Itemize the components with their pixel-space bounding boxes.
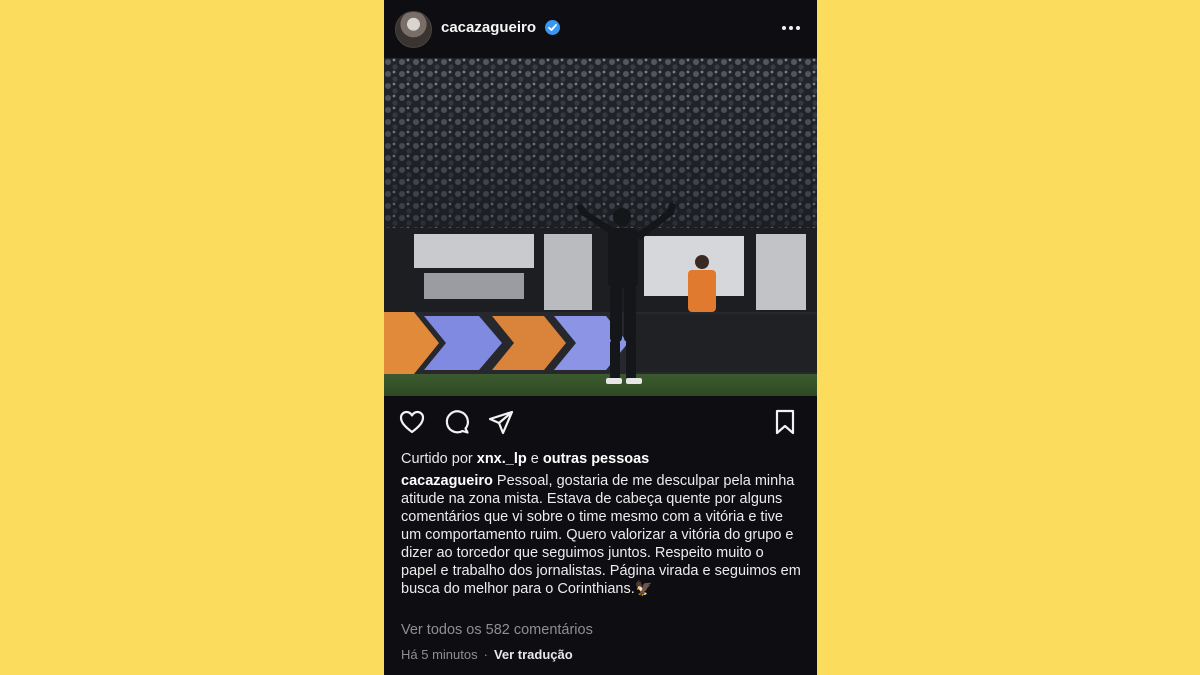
likes-line: Curtido por xnx._lp e outras pessoas [401,451,649,467]
post-meta: Há 5 minutos · Ver tradução [401,647,573,662]
instagram-post: cacazagueiro Curtido por xnx._lp e outra… [384,0,817,675]
likes-conjunction: e [526,451,543,467]
liker-username[interactable]: xnx._lp [477,451,527,467]
bookmark-icon[interactable] [771,408,799,436]
caption-username[interactable]: cacazagueiro [401,473,493,489]
caption-text: Pessoal, gostaria de me desculpar pela m… [401,473,805,597]
translate-link[interactable]: Ver tradução [494,647,573,662]
likes-others-link[interactable]: outras pessoas [543,451,649,467]
heart-icon[interactable] [398,408,426,436]
view-all-comments-link[interactable]: Ver todos os 582 comentários [401,622,593,638]
meta-separator: · [483,647,488,662]
more-horizontal-icon[interactable] [781,21,801,35]
comment-icon[interactable] [443,408,471,436]
action-bar [384,396,817,446]
username[interactable]: cacazagueiro [441,19,536,36]
verified-badge-icon [545,20,560,35]
share-icon[interactable] [487,408,515,436]
caption: cacazagueiro Pessoal, gostaria de me des… [401,472,803,598]
stadium-photo [384,58,817,396]
post-time: Há 5 minutos [401,647,478,662]
post-photo[interactable] [384,58,817,396]
likes-prefix: Curtido por [401,451,477,467]
post-header: cacazagueiro [384,0,817,58]
avatar[interactable] [395,11,432,48]
